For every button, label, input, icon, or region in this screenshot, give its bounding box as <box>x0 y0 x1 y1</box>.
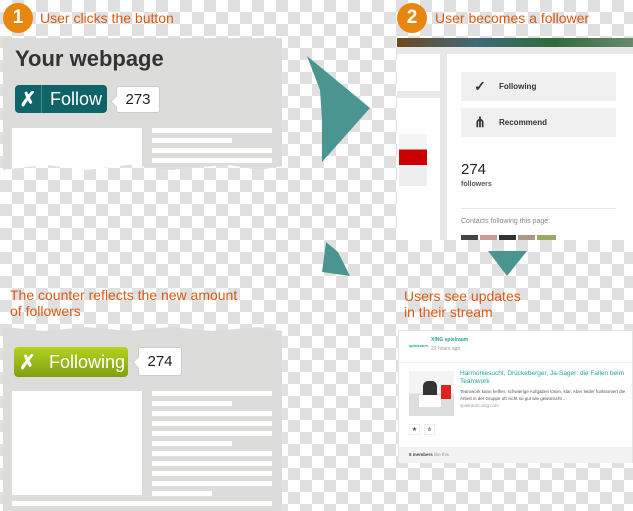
caption-line-2: in their stream <box>404 304 493 320</box>
likes-count[interactable]: 5 members <box>409 452 433 457</box>
arrow-down-left-icon <box>322 242 350 276</box>
caption-line-1: Users see updates <box>404 288 521 304</box>
caption-line-2: of followers <box>10 303 81 319</box>
follower-count: 274 <box>147 353 173 370</box>
post-time: 22 hours ago <box>431 346 461 352</box>
article-image[interactable] <box>409 371 454 416</box>
share-icon[interactable]: ⋔ <box>424 424 435 435</box>
following-button[interactable]: ✓ Following <box>461 72 616 101</box>
contact-avatars[interactable] <box>461 235 556 240</box>
contacts-label: Contacts following this page: <box>461 218 551 225</box>
check-icon: ✓ <box>474 78 486 94</box>
follower-counter: 274 <box>138 347 182 376</box>
article-title-link[interactable]: Harmoniesucht, Drückeberger, Ja-Sager: d… <box>460 370 630 386</box>
step-1-label: User clicks the button <box>40 10 174 26</box>
following-label: Following <box>499 82 537 91</box>
cover-image <box>397 38 633 47</box>
profile-sidebar-card: ✓ Following ⋔ Recommend 274 followers Cont… <box>447 54 633 240</box>
star-icon[interactable]: ★ <box>409 424 420 435</box>
follow-button-label: Follow <box>50 88 103 109</box>
followers-label: followers <box>461 181 492 188</box>
following-button-label: Following <box>49 351 126 372</box>
webpage-title: Your webpage <box>15 46 164 71</box>
likes-footer: 5 members like this. <box>399 447 632 463</box>
stream-update-card: spielraum XING spielraum 22 hours ago Ha… <box>398 330 633 463</box>
spielraum-logo: spielraum <box>409 343 428 348</box>
xing-logo-icon: ✗ <box>19 351 36 374</box>
author-link[interactable]: XING spielraum <box>431 337 468 343</box>
article-source: spielraum.xing.com <box>460 403 499 408</box>
webpage-mockup-before: Your webpage ✗ Follow 273 <box>3 38 282 170</box>
xing-logo-icon: ✗ <box>15 85 42 113</box>
follower-count: 273 <box>125 91 151 108</box>
follower-count: 274 <box>461 161 487 178</box>
step-3-caption: The counter reflects the new amount of fo… <box>10 287 237 319</box>
arrow-right-icon <box>307 56 370 162</box>
step-4-caption: Users see updates in their stream <box>404 288 521 320</box>
image-placeholder <box>12 128 142 170</box>
step-1-badge: 1 <box>3 3 33 33</box>
likes-suffix: like this. <box>432 452 451 457</box>
recommend-icon: ⋔ <box>474 114 486 130</box>
arrow-down-icon <box>488 251 527 276</box>
caption-line-1: The counter reflects the new amount <box>10 287 238 303</box>
image-placeholder <box>12 391 142 495</box>
follower-counter: 273 <box>116 86 160 113</box>
webpage-mockup-after: ✗ Following 274 <box>3 327 282 511</box>
step-2-badge: 2 <box>397 3 427 33</box>
profile-page: ✓ Following ⋔ Recommend 274 followers Cont… <box>397 38 633 240</box>
step-2-label: User becomes a follower <box>435 10 590 26</box>
page-thumbnail <box>399 134 427 186</box>
follow-button[interactable]: ✗ Follow <box>15 85 107 113</box>
article-description: Teamwork kann helfen, schwierige Aufgabe… <box>460 389 626 401</box>
recommend-button[interactable]: ⋔ Recommend <box>461 108 616 137</box>
following-toggle-button[interactable]: ✗ Following <box>14 347 128 377</box>
recommend-label: Recommend <box>499 118 548 127</box>
